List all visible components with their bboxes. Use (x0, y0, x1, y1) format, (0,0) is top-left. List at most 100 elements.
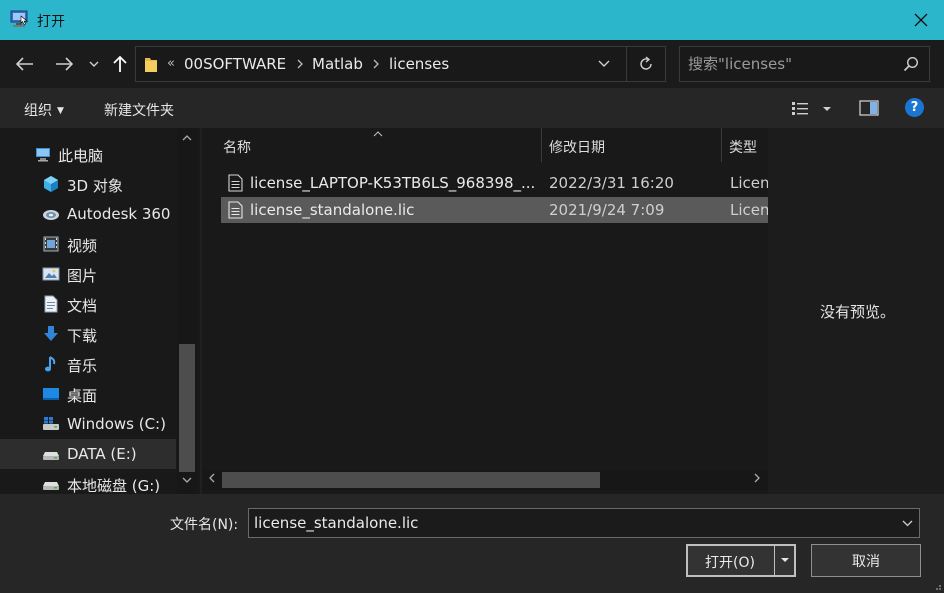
sidebar-item-label: 3D 对象 (67, 177, 123, 195)
close-button[interactable] (898, 0, 944, 40)
filename-dropdown-button[interactable] (899, 515, 915, 531)
sidebar-item-windows-c[interactable]: Windows (C:) (0, 409, 176, 439)
sidebar-scroll-thumb[interactable] (179, 344, 195, 472)
sidebar-item-label: 本地磁盘 (G:) (67, 477, 161, 494)
sidebar-item-3d-objects[interactable]: 3D 对象 (0, 169, 176, 199)
search-input[interactable] (688, 53, 898, 75)
view-options-button[interactable] (791, 100, 833, 118)
back-button[interactable] (12, 52, 38, 76)
chevron-right-icon (373, 59, 379, 69)
desktop-icon (43, 388, 59, 400)
filename-combobox[interactable] (248, 508, 920, 538)
cube-3d-icon (44, 176, 58, 192)
file-row[interactable]: license_LAPTOP-K53TB6LS_968398_... 2022/… (221, 170, 768, 196)
forward-button[interactable] (51, 52, 77, 76)
sidebar-scrollbar[interactable] (177, 128, 197, 494)
new-folder-button[interactable]: 新建文件夹 (104, 100, 174, 120)
sidebar-item-label: 文档 (67, 297, 98, 315)
column-header-type[interactable]: 类型 (721, 128, 768, 162)
download-icon (44, 326, 58, 341)
search-icon[interactable] (903, 56, 919, 72)
sidebar-item-label: 桌面 (67, 387, 98, 405)
drive-c-icon (43, 417, 59, 430)
folder-icon (145, 58, 157, 72)
chevron-down-icon (182, 477, 192, 483)
arrow-up-icon (113, 55, 127, 72)
sidebar-item-downloads[interactable]: 下载 (0, 319, 176, 349)
navigation-pane[interactable]: 此电脑 3D 对象 Autodesk 360 视频 图片 文档 下载 音乐 桌面… (0, 128, 200, 494)
column-label: 名称 (223, 140, 251, 156)
navigation-bar: « 00SOFTWARE Matlab licenses (0, 40, 944, 88)
file-icon (228, 174, 243, 192)
sidebar-item-documents[interactable]: 文档 (0, 289, 176, 319)
chevron-right-icon (754, 473, 760, 483)
open-options-dropdown[interactable] (779, 554, 791, 566)
breadcrumb-matlab[interactable]: Matlab (312, 55, 363, 73)
sidebar-item-label: 下载 (67, 327, 98, 345)
preview-pane-button[interactable] (859, 99, 879, 117)
organize-menu[interactable]: 组织 ▼ (24, 100, 64, 120)
scroll-right-button[interactable] (750, 473, 764, 487)
breadcrumb-licenses[interactable]: licenses (389, 55, 449, 73)
file-list-scroll-thumb[interactable] (222, 472, 600, 488)
preview-pane: 没有预览。 (768, 128, 944, 494)
cancel-button[interactable]: 取消 (811, 544, 921, 577)
file-row[interactable]: license_standalone.lic 2021/9/24 7:09 Li… (221, 197, 768, 223)
file-list[interactable]: 名称 修改日期 类型 license_LAPTOP-K53TB6LS_96839… (202, 128, 768, 494)
help-button[interactable]: ? (905, 98, 924, 117)
up-button[interactable] (107, 52, 133, 76)
sidebar-item-data-e[interactable]: DATA (E:) (0, 439, 176, 469)
chevron-down-icon (902, 520, 912, 526)
sidebar-item-desktop[interactable]: 桌面 (0, 379, 176, 409)
sidebar-item-local-disk-g[interactable]: 本地磁盘 (G:) (0, 469, 176, 494)
column-label: 类型 (729, 140, 757, 156)
computer-icon (36, 148, 50, 162)
refresh-icon (640, 56, 652, 70)
filename-input[interactable] (254, 513, 884, 533)
sidebar-item-videos[interactable]: 视频 (0, 229, 176, 259)
address-dropdown-button[interactable] (593, 54, 615, 74)
sidebar-item-label: Autodesk 360 (67, 205, 171, 223)
drive-icon (43, 482, 59, 490)
document-icon (44, 295, 58, 313)
sidebar-item-music[interactable]: 音乐 (0, 349, 176, 379)
breadcrumb-overflow[interactable]: « (167, 56, 175, 71)
refresh-button[interactable] (635, 54, 657, 74)
scroll-up-button[interactable] (181, 134, 193, 146)
file-name: license_standalone.lic (250, 201, 415, 219)
drive-icon (43, 452, 59, 460)
command-toolbar: 组织 ▼ 新建文件夹 ? (0, 88, 944, 128)
open-button-divider (774, 546, 775, 575)
sidebar-item-label: 图片 (67, 267, 98, 285)
column-header-name[interactable]: 名称 (215, 128, 541, 162)
music-icon (45, 356, 56, 372)
column-header-date[interactable]: 修改日期 (541, 128, 721, 162)
sidebar-item-this-pc[interactable]: 此电脑 (0, 139, 176, 169)
chevron-down-icon (598, 60, 610, 67)
file-type: Licen (730, 174, 768, 192)
recent-locations-button[interactable] (84, 52, 104, 76)
organize-label: 组织 (24, 103, 52, 119)
address-bar[interactable]: « 00SOFTWARE Matlab licenses (135, 46, 666, 82)
address-divider (626, 47, 627, 81)
file-list-hscrollbar[interactable] (202, 470, 768, 490)
chevron-left-icon (209, 473, 215, 483)
breadcrumb-00software[interactable]: 00SOFTWARE (184, 55, 286, 73)
filename-label: 文件名(N): (170, 517, 239, 533)
scroll-left-button[interactable] (205, 473, 219, 487)
sidebar-item-label: DATA (E:) (67, 445, 137, 463)
caret-down-icon: ▼ (57, 106, 64, 116)
list-view-icon (792, 102, 808, 115)
window-title: 打开 (37, 14, 65, 30)
search-box[interactable] (679, 46, 930, 82)
title-bar: 打开 (0, 0, 944, 40)
dialog-footer: 文件名(N): 打开(O) 取消 (0, 494, 944, 593)
sidebar-item-pictures[interactable]: 图片 (0, 259, 176, 289)
resize-grip-icon[interactable] (932, 581, 942, 591)
open-button[interactable]: 打开(O) (686, 544, 796, 577)
file-name: license_LAPTOP-K53TB6LS_968398_... (250, 174, 536, 192)
scroll-down-button[interactable] (181, 476, 193, 488)
close-icon (914, 13, 928, 27)
file-date: 2022/3/31 16:20 (549, 174, 674, 192)
sidebar-item-autodesk-360[interactable]: Autodesk 360 (0, 199, 176, 229)
